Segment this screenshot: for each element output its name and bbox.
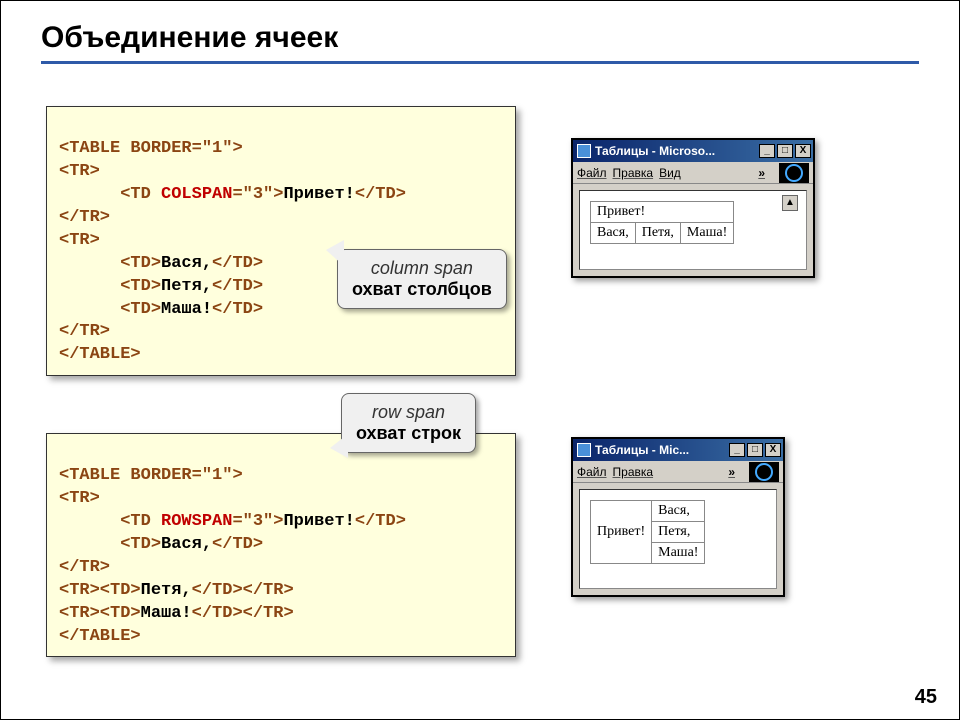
table-cell: Вася, xyxy=(591,223,636,244)
maximize-button[interactable]: □ xyxy=(777,144,793,158)
scroll-up-icon[interactable]: ▲ xyxy=(782,195,798,211)
ie-logo-icon xyxy=(749,462,779,482)
callout-colspan: column span охват столбцов xyxy=(337,249,507,309)
window-title: Таблицы - Mic... xyxy=(595,443,689,457)
window-title: Таблицы - Microso... xyxy=(595,144,715,158)
table-cell: Привет! xyxy=(591,202,734,223)
menu-edit[interactable]: Правка xyxy=(613,166,654,180)
ie-logo-icon xyxy=(779,163,809,183)
callout-italic: row span xyxy=(356,402,461,423)
close-button[interactable]: X xyxy=(765,443,781,457)
callout-tail-icon xyxy=(330,434,348,458)
table-cell: Петя, xyxy=(652,522,705,543)
menubar: Файл Правка » xyxy=(573,461,783,483)
table-cell: Петя, xyxy=(635,223,680,244)
rendered-table-rowspan: Привет! Вася, Петя, Маша! xyxy=(590,500,705,564)
callout-bold: охват строк xyxy=(356,423,461,444)
window-titlebar[interactable]: Таблицы - Mic... _ □ X xyxy=(573,439,783,461)
rendered-table-colspan: Привет! Вася, Петя, Маша! xyxy=(590,201,734,244)
window-titlebar[interactable]: Таблицы - Microso... _ □ X xyxy=(573,140,813,162)
browser-preview-rowspan: Таблицы - Mic... _ □ X Файл Правка » При… xyxy=(571,437,785,597)
minimize-button[interactable]: _ xyxy=(729,443,745,457)
code-text: <TABLE BORDER= xyxy=(59,139,202,158)
browser-preview-colspan: Таблицы - Microso... _ □ X Файл Правка В… xyxy=(571,138,815,278)
table-cell: Привет! xyxy=(591,501,652,564)
page-number: 45 xyxy=(915,686,937,709)
menu-overflow-icon[interactable]: » xyxy=(728,465,735,479)
callout-rowspan: row span охват строк xyxy=(341,393,476,453)
browser-content: Привет! Вася, Петя, Маша! xyxy=(579,489,777,589)
table-cell: Вася, xyxy=(652,501,705,522)
menu-file[interactable]: Файл xyxy=(577,166,607,180)
callout-tail-icon xyxy=(326,240,344,266)
menu-edit[interactable]: Правка xyxy=(613,465,654,479)
menu-file[interactable]: Файл xyxy=(577,465,607,479)
maximize-button[interactable]: □ xyxy=(747,443,763,457)
code-block-colspan: <TABLE BORDER="1"> <TR> <TD COLSPAN="3">… xyxy=(46,106,516,376)
ie-icon xyxy=(577,144,591,158)
menubar: Файл Правка Вид » xyxy=(573,162,813,184)
table-cell: Маша! xyxy=(680,223,733,244)
code-block-rowspan: <TABLE BORDER="1"> <TR> <TD ROWSPAN="3">… xyxy=(46,433,516,657)
ie-icon xyxy=(577,443,591,457)
title-underline xyxy=(41,61,919,64)
callout-italic: column span xyxy=(352,258,492,279)
browser-content: ▲ Привет! Вася, Петя, Маша! xyxy=(579,190,807,270)
menu-overflow-icon[interactable]: » xyxy=(758,166,765,180)
table-cell: Маша! xyxy=(652,543,705,564)
close-button[interactable]: X xyxy=(795,144,811,158)
slide-title: Объединение ячеек xyxy=(1,1,959,61)
callout-bold: охват столбцов xyxy=(352,279,492,300)
minimize-button[interactable]: _ xyxy=(759,144,775,158)
menu-view[interactable]: Вид xyxy=(659,166,681,180)
